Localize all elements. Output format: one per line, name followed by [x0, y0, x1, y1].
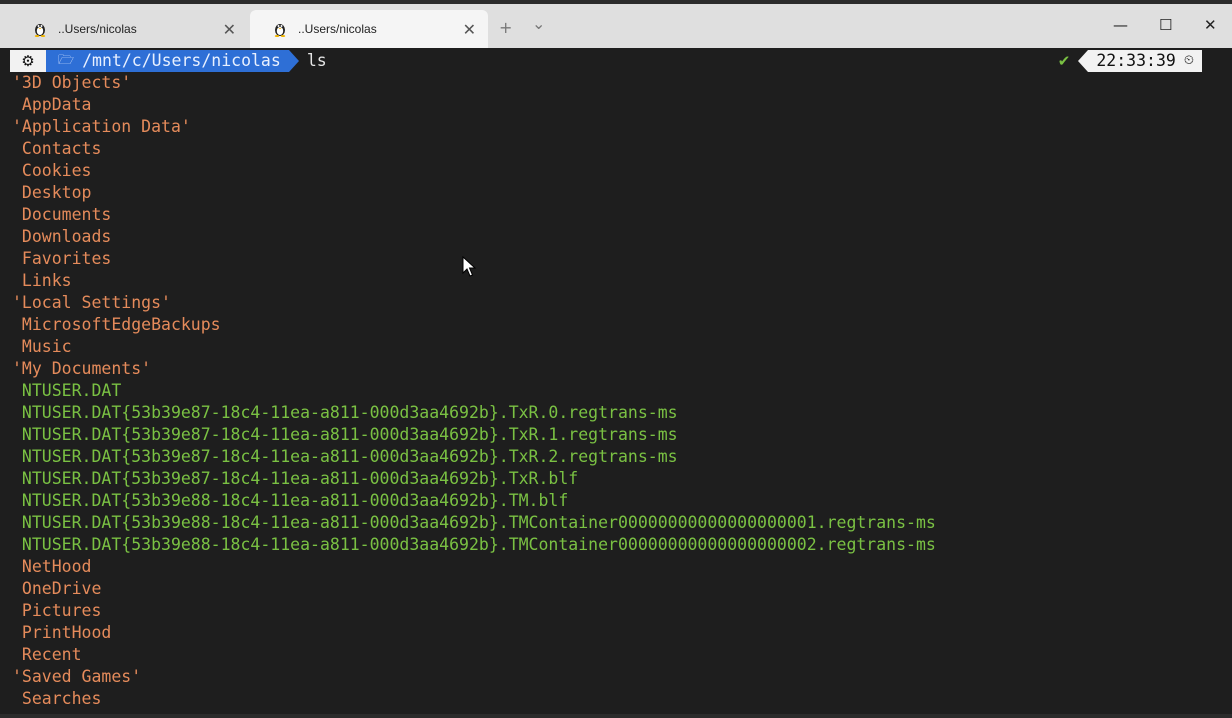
tab-close-icon[interactable]: ✕: [223, 20, 236, 39]
directory-entry: OneDrive: [12, 579, 102, 598]
directory-entry: Pictures: [12, 601, 102, 620]
window-bottom-border: [0, 714, 1232, 718]
directory-entry: Downloads: [12, 227, 112, 246]
tab-dropdown-icon[interactable]: ⌄: [532, 14, 545, 33]
linux-penguin-icon: [272, 21, 288, 37]
right-prompt: ✔ 22:33:39 ⏲: [1058, 50, 1202, 72]
directory-entry: PrintHood: [12, 623, 112, 642]
clock-icon: ⏲: [1183, 53, 1194, 68]
file-entry: NTUSER.DAT{53b39e87-18c4-11ea-a811-000d3…: [12, 447, 678, 466]
tab-title: ..Users/nicolas: [58, 22, 137, 36]
directory-entry: 'Application Data': [12, 117, 191, 136]
directory-entry: Searches: [12, 689, 102, 708]
directory-entry: Contacts: [12, 139, 102, 158]
path-segment: 🗁 /mnt/c/Users/nicolas: [46, 50, 289, 72]
file-entry: NTUSER.DAT{53b39e87-18c4-11ea-a811-000d3…: [12, 403, 678, 422]
file-entry: NTUSER.DAT{53b39e88-18c4-11ea-a811-000d3…: [12, 513, 936, 532]
directory-entry: Documents: [12, 205, 112, 224]
tab-close-icon[interactable]: ✕: [463, 20, 476, 39]
directory-listing: '3D Objects' AppData 'Application Data' C…: [12, 72, 936, 710]
file-entry: NTUSER.DAT{53b39e88-18c4-11ea-a811-000d3…: [12, 535, 936, 554]
powerline-separator: [288, 50, 299, 72]
directory-entry: 'My Documents': [12, 359, 152, 378]
tab-users-nicolas-1[interactable]: ..Users/nicolas ✕: [10, 10, 248, 48]
prompt-line: ⚙ 🗁 /mnt/c/Users/nicolas ls: [10, 50, 327, 72]
maximize-button[interactable]: ☐: [1159, 16, 1172, 34]
minimize-button[interactable]: —: [1113, 16, 1128, 34]
command-text: ls: [306, 51, 327, 70]
directory-entry: 'Local Settings': [12, 293, 171, 312]
new-tab-button[interactable]: +: [499, 18, 512, 37]
file-entry: NTUSER.DAT: [12, 381, 122, 400]
folder-icon: 🗁: [58, 53, 75, 68]
os-icon: ⚙: [10, 50, 46, 72]
time-segment: 22:33:39 ⏲: [1088, 50, 1202, 72]
success-check-icon: ✔: [1057, 52, 1071, 70]
directory-entry: Music: [12, 337, 72, 356]
prompt-time: 22:33:39: [1096, 51, 1176, 70]
current-path: /mnt/c/Users/nicolas: [82, 51, 281, 70]
powerline-separator: [1078, 50, 1089, 72]
tab-users-nicolas-2[interactable]: ..Users/nicolas ✕: [250, 10, 488, 48]
file-entry: NTUSER.DAT{53b39e87-18c4-11ea-a811-000d3…: [12, 425, 678, 444]
file-entry: NTUSER.DAT{53b39e88-18c4-11ea-a811-000d3…: [12, 491, 569, 510]
directory-entry: 'Saved Games': [12, 667, 142, 686]
directory-entry: NetHood: [12, 557, 92, 576]
directory-entry: '3D Objects': [12, 73, 132, 92]
terminal-pane[interactable]: ⚙ 🗁 /mnt/c/Users/nicolas ls ✔ 22:33:39 ⏲…: [0, 48, 1232, 718]
close-window-button[interactable]: ✕: [1204, 16, 1217, 34]
directory-entry: Desktop: [12, 183, 92, 202]
directory-entry: Cookies: [12, 161, 92, 180]
title-bar: ..Users/nicolas ✕ ..Users/nicolas ✕ + ⌄ …: [0, 0, 1232, 48]
directory-entry: AppData: [12, 95, 92, 114]
mouse-pointer-icon: [462, 255, 478, 278]
file-entry: NTUSER.DAT{53b39e87-18c4-11ea-a811-000d3…: [12, 469, 579, 488]
linux-penguin-icon: [32, 21, 48, 37]
directory-entry: Recent: [12, 645, 82, 664]
directory-entry: MicrosoftEdgeBackups: [12, 315, 221, 334]
tab-title: ..Users/nicolas: [298, 22, 377, 36]
